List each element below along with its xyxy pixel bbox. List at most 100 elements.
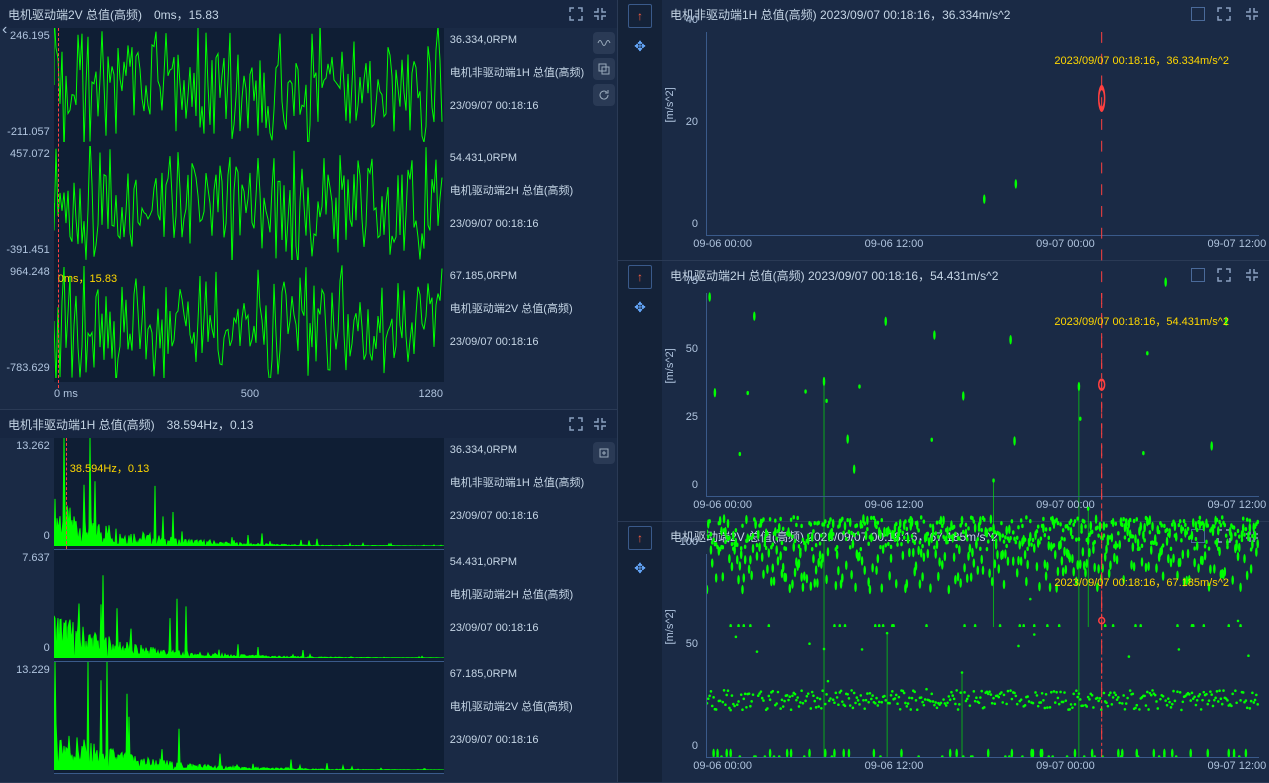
trend-annotation: 2023/09/07 00:18:16，54.431m/s^2 — [1054, 313, 1229, 329]
trend-annotation: 2023/09/07 00:18:16，67.185m/s^2 — [1054, 574, 1229, 590]
trend-ytick: 25 — [686, 411, 698, 423]
trend-sidebar: ↑✥ — [618, 0, 662, 260]
waveform-ymax: 246.195 — [0, 30, 50, 42]
expand-icon[interactable] — [567, 415, 585, 433]
trend-xtick: 09-07 12:00 — [1208, 238, 1267, 250]
trend-xtick: 09-06 00:00 — [693, 499, 752, 511]
move-icon[interactable]: ✥ — [628, 556, 652, 580]
expand-icon[interactable] — [1215, 5, 1233, 23]
waveform-yaxis: 457.072-391.451 — [0, 146, 54, 264]
trend-yaxis: 02040[m/s^2] — [666, 32, 702, 236]
trend-xtick: 09-07 12:00 — [1208, 499, 1267, 511]
waveform-plot[interactable]: 0ms，15.83 — [54, 264, 444, 382]
spectrum-legend-rpm: 67.185,0RPM — [450, 666, 587, 683]
waveform-xtick-max: 1280 — [419, 388, 443, 400]
collapse-icon[interactable] — [591, 5, 609, 23]
trend-checkbox[interactable] — [1191, 7, 1205, 21]
spectrum-legend-ts: 23/09/07 00:18:16 — [450, 508, 587, 525]
waveform-cursor[interactable] — [58, 28, 59, 388]
trend-yaxis: 0255075[m/s^2] — [666, 293, 702, 497]
waveform-cursor-label: 0ms，15.83 — [58, 270, 117, 286]
expand-icon[interactable] — [567, 5, 585, 23]
trend-xtick: 09-06 00:00 — [693, 238, 752, 250]
oscilloscope-icon[interactable] — [593, 32, 615, 54]
waveform-ymin: -783.629 — [0, 362, 50, 374]
spectrum-legend-name: 电机非驱动端1H 总值(高频) — [450, 475, 587, 492]
spectrum-tools — [593, 438, 617, 550]
waveform-panel: 电机驱动端2V 总值(高频) 0ms，15.83 246.195 -211.057… — [0, 0, 617, 410]
stack-icon[interactable] — [593, 58, 615, 80]
trend-plot[interactable]: 2023/09/07 00:18:16，54.431m/s^2 — [706, 293, 1259, 497]
refresh-icon[interactable] — [593, 84, 615, 106]
waveform-plot[interactable] — [54, 146, 444, 264]
spectrum-header: 电机非驱动端1H 总值(高频) 38.594Hz，0.13 — [0, 410, 617, 438]
trend-xtick: 09-06 12:00 — [865, 499, 924, 511]
spectrum-plot[interactable] — [54, 550, 444, 662]
trend-xtick: 09-06 12:00 — [865, 238, 924, 250]
spectrum-cursor-label: 38.594Hz，0.13 — [70, 460, 150, 476]
trend-yunit: [m/s^2] — [664, 348, 676, 383]
spectrum-body[interactable]: 13.262 0 38.594Hz，0.13 36.334,0RPM电机非驱动端1H … — [0, 438, 617, 782]
spectrum-cursor[interactable] — [66, 438, 67, 549]
waveform-header: 电机驱动端2V 总值(高频) 0ms，15.83 — [0, 0, 617, 28]
move-icon[interactable]: ✥ — [628, 34, 652, 58]
waveform-title: 电机驱动端2V 总值(高频) 0ms，15.83 — [8, 6, 559, 23]
trend-chart[interactable]: 0255075[m/s^2]2023/09/07 00:18:16，54.431… — [666, 293, 1259, 517]
trend-xtick: 09-06 12:00 — [865, 760, 924, 772]
collapse-icon[interactable] — [1243, 5, 1261, 23]
spectrum-panel: 电机非驱动端1H 总值(高频) 38.594Hz，0.13 13.262 0 38.… — [0, 410, 617, 783]
right-column: ↑✥电机非驱动端1H 总值(高频) 2023/09/07 00:18:16，36… — [618, 0, 1269, 783]
trend-plot[interactable]: 2023/09/07 00:18:16，36.334m/s^2 — [706, 32, 1259, 236]
trend-xtick: 09-07 00:00 — [1036, 238, 1095, 250]
waveform-yaxis: 246.195 -211.057 — [0, 28, 54, 146]
trend-yaxis: 050100[m/s^2] — [666, 554, 702, 758]
waveform-tools — [593, 28, 617, 146]
alarm-icon[interactable]: ↑ — [628, 4, 652, 28]
trend-ytick: 50 — [686, 343, 698, 355]
trend-chart[interactable]: 02040[m/s^2]2023/09/07 00:18:16，36.334m/… — [666, 32, 1259, 256]
trend-ytick: 20 — [686, 116, 698, 128]
collapse-icon[interactable] — [591, 415, 609, 433]
waveform-legend-rpm: 54.431,0RPM — [450, 150, 587, 167]
waveform-legend: 67.185,0RPM电机驱动端2V 总值(高频)23/09/07 00:18:… — [444, 264, 593, 382]
waveform-xtick-min: 0 ms — [54, 388, 78, 400]
trend-plot[interactable]: 2023/09/07 00:18:16，67.185m/s^2 — [706, 554, 1259, 758]
spectrum-ymin: 0 — [0, 642, 50, 654]
waveform-legend: 36.334,0RPM电机非驱动端1H 总值(高频)23/09/07 00:18… — [444, 28, 593, 146]
waveform-legend: 54.431,0RPM电机驱动端2H 总值(高频)23/09/07 00:18:… — [444, 146, 593, 264]
spectrum-title: 电机非驱动端1H 总值(高频) 38.594Hz，0.13 — [8, 416, 559, 433]
waveform-legend-ts: 23/09/07 00:18:16 — [450, 216, 587, 233]
spectrum-plot[interactable]: 38.594Hz，0.13 — [54, 438, 444, 550]
trend-panel-1: ↑✥电机驱动端2H 总值(高频) 2023/09/07 00:18:16，54.… — [618, 261, 1269, 522]
trend-ytick: 50 — [686, 638, 698, 650]
spectrum-plot[interactable] — [54, 662, 444, 774]
spectrum-legend-rpm: 54.431,0RPM — [450, 554, 587, 571]
trend-xtick: 09-06 00:00 — [693, 760, 752, 772]
spectrum-legend-name: 电机驱动端2H 总值(高频) — [450, 587, 587, 604]
export-icon[interactable] — [593, 442, 615, 464]
spectrum-ymax: 7.637 — [0, 552, 50, 564]
trend-xaxis: 09-06 00:0009-06 12:0009-07 00:0009-07 1… — [706, 238, 1259, 256]
waveform-ymin: -211.057 — [0, 126, 50, 138]
waveform-ymin: -391.451 — [0, 244, 50, 256]
trend-sidebar: ↑✥ — [618, 261, 662, 521]
back-arrow-icon[interactable]: ‹ — [2, 21, 7, 39]
trend-xaxis: 09-06 00:0009-06 12:0009-07 00:0009-07 1… — [706, 499, 1259, 517]
spectrum-legend-name: 电机驱动端2V 总值(高频) — [450, 699, 587, 716]
trend-panel-2: ↑✥电机驱动端2V 总值(高频) 2023/09/07 00:18:16，67.… — [618, 522, 1269, 783]
spectrum-legend: 36.334,0RPM电机非驱动端1H 总值(高频)23/09/07 00:18… — [444, 438, 593, 550]
waveform-ymax: 964.248 — [0, 266, 50, 278]
waveform-body[interactable]: 246.195 -211.057 36.334,0RPM电机非驱动端1H 总值(高频… — [0, 28, 617, 388]
trend-chart[interactable]: 050100[m/s^2] 2023/09/07 00:18:16，67.185m… — [666, 554, 1259, 778]
waveform-legend-ts: 23/09/07 00:18:16 — [450, 98, 587, 115]
spectrum-ymax: 13.229 — [0, 664, 50, 676]
waveform-plot[interactable] — [54, 28, 444, 146]
trend-ytick: 0 — [692, 479, 698, 491]
trend-xtick: 09-07 00:00 — [1036, 499, 1095, 511]
spectrum-ymax: 13.262 — [0, 440, 50, 452]
waveform-yaxis: 964.248 -783.629 — [0, 264, 54, 382]
alarm-icon[interactable]: ↑ — [628, 265, 652, 289]
move-icon[interactable]: ✥ — [628, 295, 652, 319]
alarm-icon[interactable]: ↑ — [628, 526, 652, 550]
waveform-xaxis: 0 ms 500 1280 — [54, 388, 443, 408]
